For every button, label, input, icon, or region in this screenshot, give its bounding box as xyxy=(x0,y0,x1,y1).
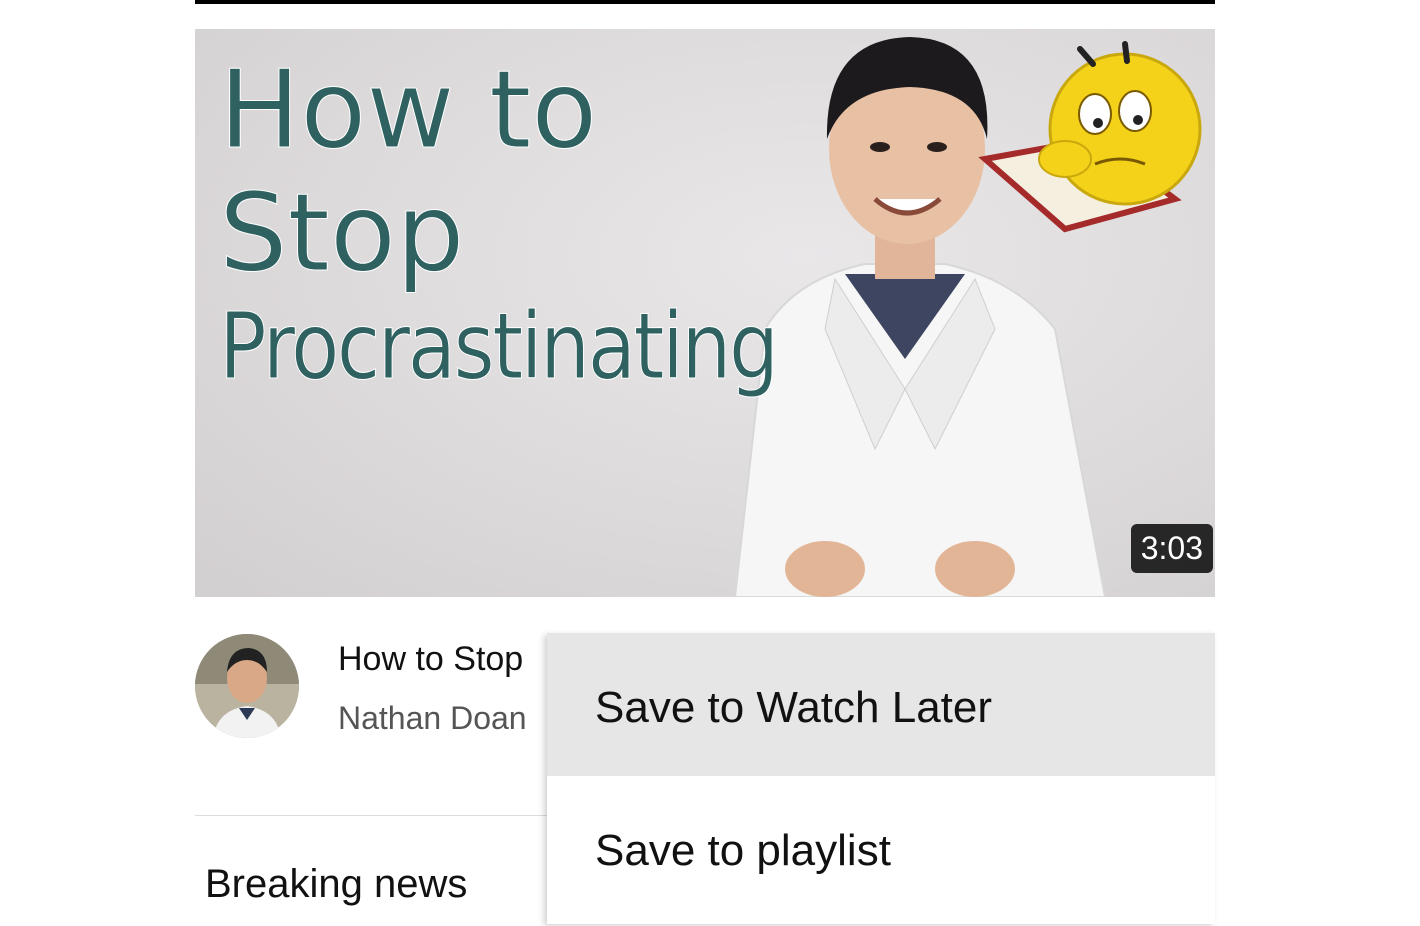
thumbnail-title-line-3: Procrastinating xyxy=(219,293,780,401)
context-menu: Save to Watch Later Save to playlist xyxy=(547,633,1215,924)
duration-badge: 3:03 xyxy=(1130,524,1213,573)
video-thumbnail[interactable]: How to Stop Procrastinating 3:03 xyxy=(195,29,1215,597)
thumbnail-title-line-1: How to xyxy=(218,48,598,173)
video-title[interactable]: How to Stop xyxy=(338,640,548,679)
top-divider xyxy=(195,0,1215,4)
section-divider xyxy=(195,815,547,816)
thumbnail-title-line-2: Stop xyxy=(218,171,465,297)
menu-item-save-to-playlist[interactable]: Save to playlist xyxy=(547,776,1215,924)
section-heading: Breaking news xyxy=(205,862,468,906)
channel-name[interactable]: Nathan Doan xyxy=(338,700,548,737)
avatar-image xyxy=(195,634,299,738)
menu-item-save-to-watch-later[interactable]: Save to Watch Later xyxy=(547,633,1215,776)
thumbnail-title-text: How to Stop Procrastinating xyxy=(218,48,867,401)
reading-emoji-sticker xyxy=(978,41,1202,233)
channel-avatar[interactable] xyxy=(195,634,299,738)
